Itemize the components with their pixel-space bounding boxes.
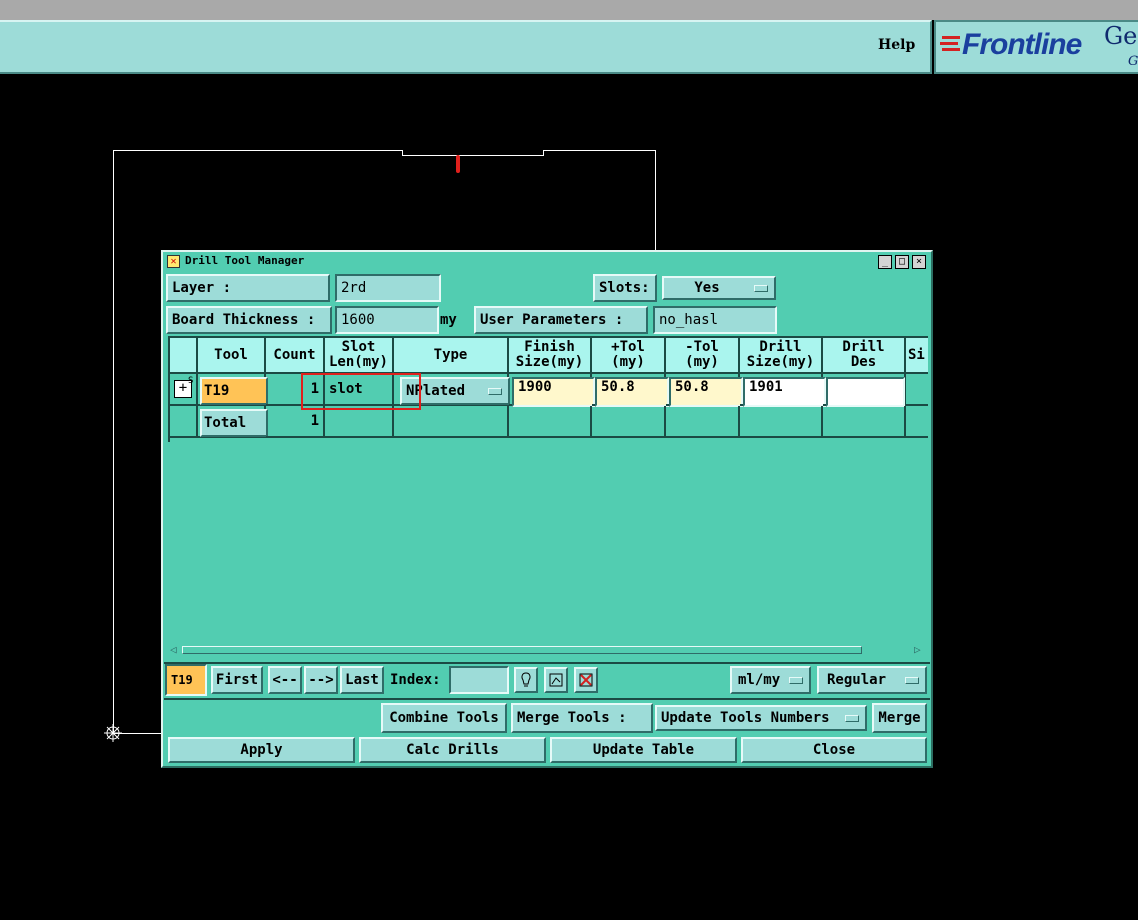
calc-drills-button[interactable]: Calc Drills xyxy=(359,737,546,763)
slot-marker xyxy=(456,155,460,173)
option-menu-icon xyxy=(754,285,768,292)
highlight-box xyxy=(301,373,421,410)
option-menu-icon xyxy=(488,388,502,395)
total-count-cell: 1 xyxy=(266,406,325,438)
scroll-right-icon[interactable]: ▷ xyxy=(914,643,921,656)
header-slot-len[interactable]: Slot Len(my) xyxy=(325,338,394,374)
si-cell xyxy=(906,374,928,406)
divider xyxy=(164,662,930,664)
total-empty-cell xyxy=(823,406,906,438)
total-expander-cell xyxy=(170,406,198,438)
user-parameters-button[interactable]: User Parameters : xyxy=(474,306,648,334)
total-empty-cell xyxy=(906,406,928,438)
index-label: Index: xyxy=(390,672,441,688)
header-expander xyxy=(170,338,198,374)
units-value: ml/my xyxy=(738,672,781,688)
origin-crosshair-icon xyxy=(104,724,122,742)
top-strip xyxy=(0,0,1138,20)
header-si[interactable]: Si xyxy=(906,338,928,374)
current-tool-field: T19 xyxy=(165,664,207,696)
drill-size-cell: 1901 xyxy=(740,374,826,407)
last-button[interactable]: Last xyxy=(340,666,384,694)
total-empty-cell xyxy=(592,406,666,438)
total-empty-cell xyxy=(325,406,394,438)
total-empty-cell xyxy=(509,406,592,438)
board-thickness-label: Board Thickness : xyxy=(166,306,332,334)
total-empty-cell xyxy=(666,406,740,438)
prev-button[interactable]: <-- xyxy=(268,666,302,694)
minimize-button[interactable]: _ xyxy=(878,255,892,269)
total-empty-cell xyxy=(394,406,509,438)
frontline-logo: Frontline xyxy=(962,28,1082,61)
header-minus-tol[interactable]: -Tol (my) xyxy=(666,338,740,374)
update-tools-numbers-value: Update Tools Numbers xyxy=(661,710,830,726)
header-finish-size[interactable]: Finish Size(my) xyxy=(509,338,592,374)
minus-tol-field[interactable]: 50.8 xyxy=(669,377,743,407)
drill-des-field[interactable] xyxy=(826,377,905,407)
divider xyxy=(164,698,930,700)
tool-cell: T19 xyxy=(198,374,268,406)
logo-suffix: Ge xyxy=(1104,22,1138,50)
maximize-button[interactable]: □ xyxy=(895,255,909,269)
layer-label: Layer : xyxy=(166,274,330,302)
main-toolbar xyxy=(0,20,932,74)
total-cell: Total xyxy=(198,406,268,438)
board-thickness-unit: my xyxy=(440,312,457,328)
header-drill-des[interactable]: Drill Des xyxy=(823,338,906,374)
index-field[interactable] xyxy=(449,666,509,694)
merge-button[interactable]: Merge xyxy=(872,703,927,733)
user-parameters-field[interactable]: no_hasl xyxy=(653,306,777,334)
scrollbar-thumb[interactable] xyxy=(182,646,862,654)
slots-value: Yes xyxy=(694,280,720,296)
board-thickness-field[interactable]: 1600 xyxy=(335,306,439,334)
total-button[interactable]: Total xyxy=(200,409,268,437)
header-type[interactable]: Type xyxy=(394,338,509,374)
mode-value: Regular xyxy=(827,672,887,688)
layer-field[interactable]: 2rd xyxy=(335,274,441,302)
app-icon[interactable]: ✕ xyxy=(167,255,180,268)
apply-button[interactable]: Apply xyxy=(168,737,355,763)
help-menu[interactable]: Help xyxy=(878,37,915,53)
header-count[interactable]: Count xyxy=(266,338,325,374)
frontline-logo-icon xyxy=(940,36,960,51)
expand-sup: S xyxy=(188,376,194,386)
logo-suffix-small: G xyxy=(1128,54,1138,69)
close-window-button[interactable]: × xyxy=(912,255,926,269)
dialog-title: Drill Tool Manager xyxy=(185,254,305,267)
drill-tools-table: Tool Count Slot Len(my) Type Finish Size(m… xyxy=(168,336,928,636)
header-drill-size[interactable]: Drill Size(my) xyxy=(740,338,823,374)
plus-tol-field[interactable]: 50.8 xyxy=(595,377,669,407)
slots-label: Slots: xyxy=(593,274,657,302)
update-table-button[interactable]: Update Table xyxy=(550,737,737,763)
drill-des-cell xyxy=(823,374,906,407)
highlight-icon[interactable] xyxy=(514,667,538,693)
finish-size-field[interactable]: 1900 xyxy=(512,377,595,407)
first-button[interactable]: First xyxy=(211,666,263,694)
mode-select[interactable]: Regular xyxy=(817,666,927,694)
merge-tools-label: Merge Tools : xyxy=(511,703,653,733)
finish-size-cell: 1900 xyxy=(509,374,595,407)
zoom-icon[interactable] xyxy=(544,667,568,693)
option-menu-icon xyxy=(905,677,919,684)
minus-tol-cell: 50.8 xyxy=(666,374,743,407)
next-button[interactable]: --> xyxy=(304,666,338,694)
row-expander-cell: + S xyxy=(170,374,198,406)
slots-select[interactable]: Yes xyxy=(662,276,776,300)
update-tools-numbers-select[interactable]: Update Tools Numbers xyxy=(655,705,867,731)
total-empty-cell xyxy=(740,406,823,438)
option-menu-icon xyxy=(845,715,859,722)
tool-button[interactable]: T19 xyxy=(200,377,268,405)
plus-tol-cell: 50.8 xyxy=(592,374,669,407)
header-plus-tol[interactable]: +Tol (my) xyxy=(592,338,666,374)
scroll-left-icon[interactable]: ◁ xyxy=(170,643,177,656)
header-tool[interactable]: Tool xyxy=(198,338,266,374)
drill-size-field[interactable]: 1901 xyxy=(743,377,826,407)
combine-tools-button[interactable]: Combine Tools xyxy=(381,703,507,733)
close-button[interactable]: Close xyxy=(741,737,927,763)
units-select[interactable]: ml/my xyxy=(730,666,811,694)
option-menu-icon xyxy=(789,677,803,684)
delete-icon[interactable] xyxy=(574,667,598,693)
